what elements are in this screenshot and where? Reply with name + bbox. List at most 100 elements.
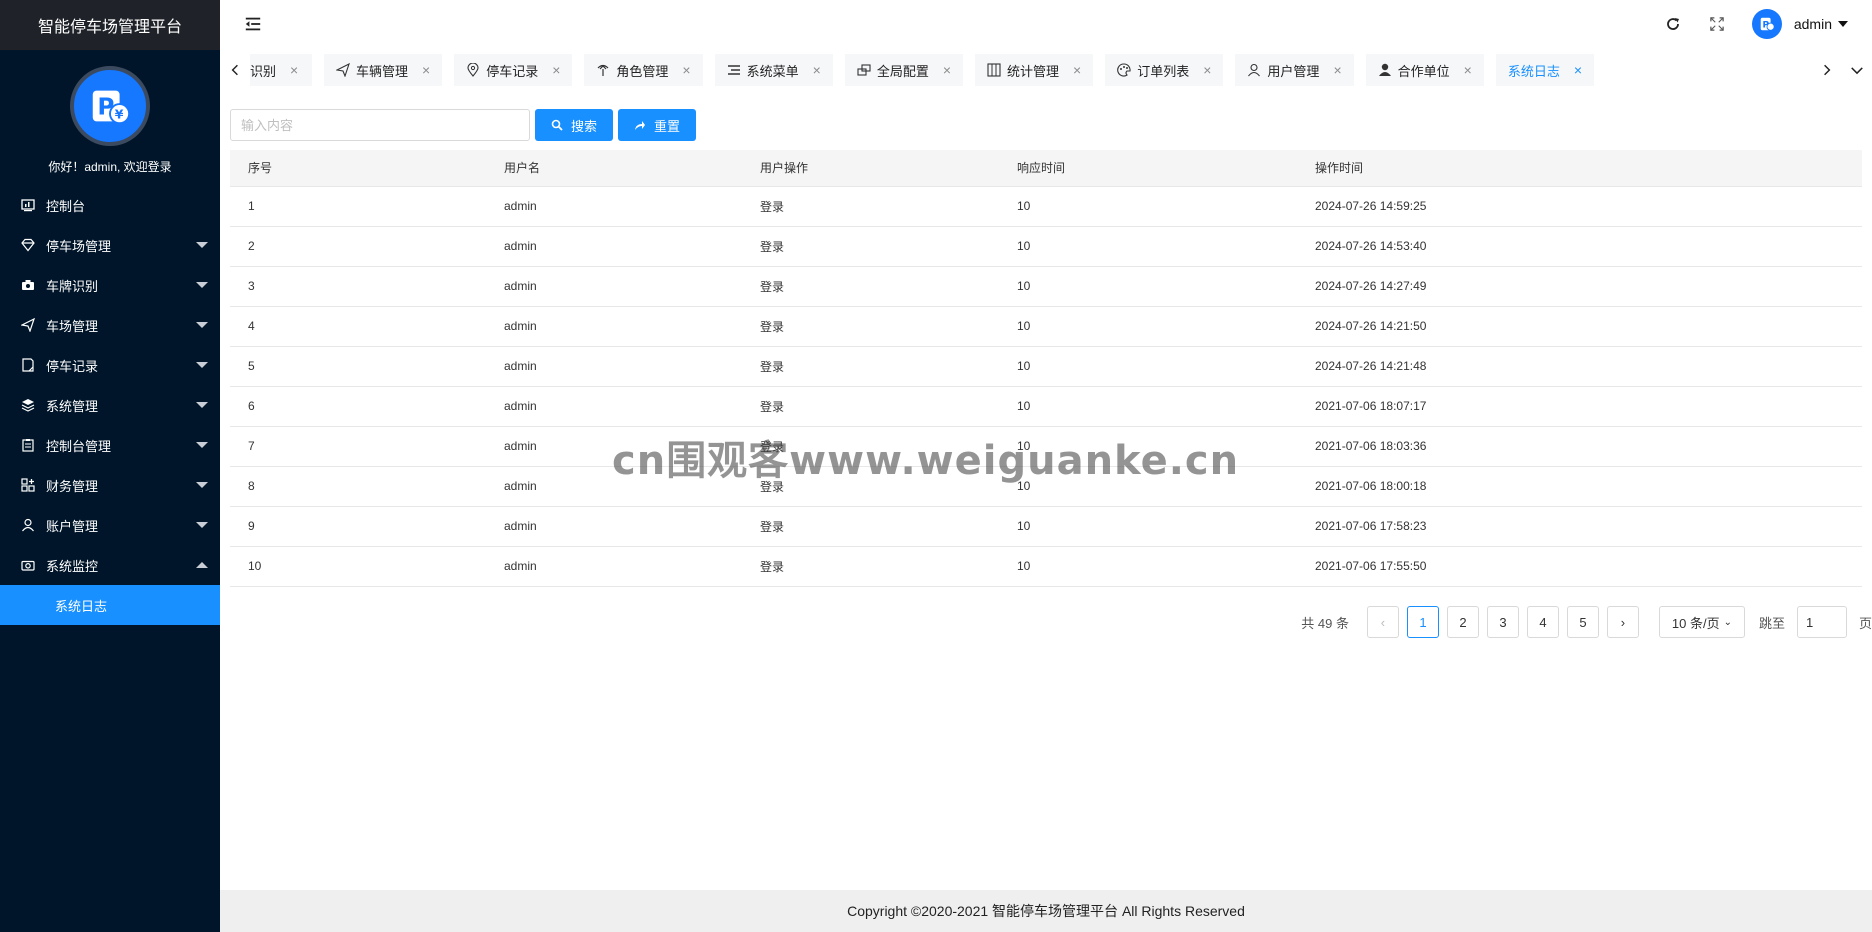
table-cell: 7	[230, 426, 486, 467]
tab-label: 系统日志	[1507, 63, 1560, 79]
close-icon[interactable]: ×	[422, 62, 430, 78]
sidebar-item-8[interactable]: 账户管理	[0, 505, 220, 545]
page-button[interactable]: 1	[1406, 606, 1439, 638]
table-cell: 2024-07-26 14:21:48	[1297, 346, 1862, 387]
sidebar-item-label: 控制台管理	[46, 438, 112, 454]
table-row: 5 admin 登录 10 2024-07-26 14:21:48	[230, 346, 1862, 387]
tab-8[interactable]: 用户管理 ×	[1235, 54, 1354, 86]
sidebar-item-3[interactable]: 车场管理	[0, 305, 220, 345]
sidebar-item-1[interactable]: 停车场管理	[0, 225, 220, 265]
close-icon[interactable]: ×	[552, 62, 560, 78]
close-icon[interactable]: ×	[1333, 62, 1341, 78]
close-icon[interactable]: ×	[1203, 62, 1211, 78]
app-logo-icon: P ¥	[70, 66, 150, 146]
table-cell: admin	[486, 186, 742, 227]
sidebar-item-5[interactable]: 系统管理	[0, 385, 220, 425]
tab-1[interactable]: 车辆管理 ×	[324, 54, 443, 86]
tab-9[interactable]: 合作单位 ×	[1365, 54, 1484, 86]
camera-outline-icon	[20, 557, 36, 573]
tab-2[interactable]: 停车记录 ×	[454, 54, 573, 86]
tab-4[interactable]: 系统菜单 ×	[714, 54, 833, 86]
search-button[interactable]: 搜索	[535, 109, 614, 141]
reset-button-label: 重置	[654, 118, 681, 134]
table-cell: 2024-07-26 14:59:25	[1297, 186, 1862, 227]
tab-3[interactable]: 角色管理 ×	[584, 54, 703, 86]
table-cell: admin	[486, 506, 742, 547]
table-cell: 10	[999, 506, 1297, 547]
close-icon[interactable]: ×	[1574, 62, 1582, 78]
close-icon[interactable]: ×	[813, 62, 821, 78]
note-icon	[20, 357, 36, 373]
refresh-icon[interactable]	[1664, 15, 1682, 33]
user-icon	[1247, 63, 1261, 77]
tab-10[interactable]: 系统日志 ×	[1495, 54, 1595, 86]
close-icon[interactable]: ×	[1073, 62, 1081, 78]
sidebar-item-label: 停车记录	[46, 358, 99, 374]
table-cell: 2024-07-26 14:21:50	[1297, 306, 1862, 347]
caret-up-icon	[196, 562, 208, 568]
layers-icon	[20, 397, 36, 413]
menu-fold-icon[interactable]	[244, 14, 264, 34]
jump-page-input[interactable]: 1	[1796, 606, 1847, 638]
total-count: 共 49 条	[1301, 615, 1349, 631]
sidebar-item-label: 系统监控	[46, 558, 99, 574]
table-row: 10 admin 登录 10 2021-07-06 17:55:50	[230, 546, 1862, 587]
tab-label: 系统菜单	[746, 63, 799, 79]
diamond-icon	[20, 237, 36, 253]
main-content: 搜索 重置 序号用户名用户操作响应时间操作时间 1admin登录102024-0…	[220, 96, 1872, 890]
tab-label: 全局配置	[876, 63, 929, 79]
tab-0[interactable]: 识别 ×	[250, 54, 312, 86]
caret-down-icon	[196, 322, 208, 328]
sidebar-item-0[interactable]: 控制台	[0, 185, 220, 225]
tab-dropdown-icon[interactable]	[1842, 50, 1872, 90]
dashboard-icon	[20, 197, 36, 213]
sidebar-item-9[interactable]: 系统监控	[0, 545, 220, 585]
tab-6[interactable]: 统计管理 ×	[975, 54, 1094, 86]
sidebar-item-2[interactable]: 车牌识别	[0, 265, 220, 305]
tab-7[interactable]: 订单列表 ×	[1105, 54, 1224, 86]
location-icon	[466, 63, 480, 77]
tab-scroll-left-icon[interactable]	[220, 50, 250, 90]
page-button[interactable]: 3	[1486, 606, 1519, 638]
sidebar-item-label: 车场管理	[46, 318, 99, 334]
table-cell: 登录	[742, 226, 999, 267]
page-size-select[interactable]: 10 条/页 ⌄	[1658, 606, 1745, 638]
page-button[interactable]: 2	[1446, 606, 1479, 638]
close-icon[interactable]: ×	[290, 62, 298, 78]
table-cell: admin	[486, 266, 742, 307]
profile: P ¥ 你好！admin, 欢迎登录	[0, 50, 220, 175]
column-header: 序号	[230, 150, 486, 187]
search-icon	[551, 119, 563, 131]
table-row: 1 admin 登录 10 2024-07-26 14:59:25	[230, 186, 1862, 227]
table-body: 1 admin 登录 10 2024-07-26 14:59:25 2 admin 登录 10 2…	[230, 186, 1862, 587]
page-button[interactable]: 5	[1566, 606, 1599, 638]
send-icon	[20, 317, 36, 333]
header-right: P admin	[1664, 0, 1848, 48]
page-button[interactable]: 4	[1526, 606, 1559, 638]
sidebar-subitem-system-log[interactable]: 系统日志	[0, 585, 220, 625]
next-page-icon[interactable]: ›	[1606, 606, 1639, 638]
close-icon[interactable]: ×	[943, 62, 951, 78]
search-input[interactable]	[230, 109, 530, 141]
reset-button[interactable]: 重置	[618, 109, 697, 141]
jump-label: 跳至	[1758, 615, 1785, 631]
fullscreen-icon[interactable]	[1708, 15, 1726, 33]
chevron-down-icon: ⌄	[1723, 616, 1732, 628]
table-cell: 3	[230, 266, 486, 307]
user-name[interactable]: admin	[1794, 16, 1832, 32]
sidebar-item-6[interactable]: 控制台管理	[0, 425, 220, 465]
tab-5[interactable]: 全局配置 ×	[844, 54, 964, 86]
sidebar-item-7[interactable]: 财务管理	[0, 465, 220, 505]
close-icon[interactable]: ×	[1464, 62, 1472, 78]
tab-bar: 识别 × 车辆管理 × 停车记录 × 角色管理 × 系统菜单 × 全局配置 × 统计管理 × 订单列表 × 用户…	[220, 50, 1872, 90]
table-cell: 1	[230, 186, 486, 227]
prev-page-icon[interactable]: ‹	[1366, 606, 1399, 638]
close-icon[interactable]: ×	[682, 62, 690, 78]
table-cell: 10	[999, 386, 1297, 427]
sidebar-item-4[interactable]: 停车记录	[0, 345, 220, 385]
tab-scroll-right-icon[interactable]	[1812, 50, 1842, 90]
user-dropdown-icon[interactable]	[1838, 21, 1848, 27]
user-avatar[interactable]: P	[1751, 9, 1782, 39]
table-cell: 2021-07-06 17:55:50	[1297, 546, 1862, 587]
table-cell: 登录	[742, 386, 999, 427]
